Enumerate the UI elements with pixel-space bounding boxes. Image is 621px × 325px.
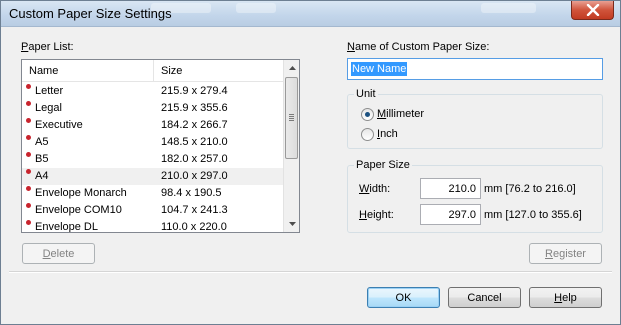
help-button[interactable]: Help	[529, 287, 602, 308]
paper-icon	[26, 135, 31, 140]
paper-size-group-title: Paper Size	[354, 159, 412, 171]
scroll-thumb[interactable]	[285, 77, 298, 159]
width-input[interactable]: 210.0	[420, 178, 481, 199]
unit-group: Unit	[347, 88, 603, 149]
width-range: mm [76.2 to 216.0]	[484, 183, 576, 195]
list-item[interactable]: A4 210.0 x 297.0	[22, 168, 284, 185]
paper-name: Envelope Monarch	[35, 187, 127, 199]
background-blur	[481, 3, 536, 13]
list-item[interactable]: Legal 215.9 x 355.6	[22, 100, 284, 117]
inch-label[interactable]: Inch	[377, 128, 398, 140]
millimeter-label[interactable]: Millimeter	[377, 108, 424, 120]
custom-name-value: New Name	[351, 62, 408, 76]
paper-size: 98.4 x 190.5	[161, 187, 222, 199]
width-value: 210.0	[448, 183, 476, 195]
paper-size: 184.2 x 266.7	[161, 119, 228, 131]
unit-group-title: Unit	[354, 88, 378, 100]
background-blur	[236, 3, 276, 13]
close-button[interactable]	[571, 1, 614, 20]
paper-size: 215.9 x 279.4	[161, 85, 228, 97]
paper-size: 104.7 x 241.3	[161, 204, 228, 216]
list-item[interactable]: Letter 215.9 x 279.4	[22, 83, 284, 100]
list-item[interactable]: Executive 184.2 x 266.7	[22, 117, 284, 134]
radio-inch[interactable]	[361, 128, 374, 141]
column-separator[interactable]	[153, 60, 154, 82]
paper-name: A5	[35, 136, 49, 148]
paper-name: B5	[35, 153, 49, 165]
paper-icon	[26, 220, 31, 225]
chevron-down-icon	[288, 222, 296, 226]
close-icon	[586, 4, 599, 16]
paper-icon	[26, 186, 31, 191]
paper-size: 182.0 x 257.0	[161, 153, 228, 165]
vertical-scrollbar[interactable]	[283, 60, 299, 232]
window-title: Custom Paper Size Settings	[9, 6, 172, 21]
paper-size: 110.0 x 220.0	[161, 221, 227, 232]
paper-name: A4	[35, 170, 49, 182]
list-item[interactable]: Envelope COM10 104.7 x 241.3	[22, 202, 284, 219]
paper-size: 215.9 x 355.6	[161, 102, 228, 114]
paper-size: 210.0 x 297.0	[161, 170, 228, 182]
dialog-window: Custom Paper Size Settings Paper List: N…	[0, 0, 621, 325]
list-item[interactable]: Envelope Monarch 98.4 x 190.5	[22, 185, 284, 202]
radio-millimeter[interactable]	[361, 108, 374, 121]
grip-line	[289, 114, 294, 115]
paper-name: Envelope DL	[35, 221, 98, 232]
paper-icon	[26, 84, 31, 89]
custom-name-input[interactable]: New Name	[347, 58, 603, 80]
paper-icon	[26, 152, 31, 157]
list-item[interactable]: B5 182.0 x 257.0	[22, 151, 284, 168]
paper-name: Letter	[35, 85, 64, 97]
list-header: Name Size	[22, 60, 284, 82]
paper-name: Envelope COM10	[35, 204, 122, 216]
custom-name-label: Name of Custom Paper Size:	[347, 41, 490, 53]
list-item[interactable]: A5 148.5 x 210.0	[22, 134, 284, 151]
cancel-button[interactable]: Cancel	[448, 287, 521, 308]
ok-button[interactable]: OK	[367, 287, 440, 308]
scroll-up-button[interactable]	[284, 60, 300, 76]
paper-list[interactable]: Name Size Letter 215.9 x 279.4 Legal 215.9 …	[21, 59, 300, 233]
radio-selected-dot	[365, 112, 370, 117]
chevron-up-icon	[288, 66, 296, 70]
paper-size: 148.5 x 210.0	[161, 136, 228, 148]
width-label: Width:	[359, 183, 391, 195]
height-value: 297.0	[448, 209, 476, 221]
paper-icon	[26, 118, 31, 123]
column-header-size[interactable]: Size	[161, 65, 182, 77]
height-label: Height:	[359, 209, 394, 221]
paper-icon	[26, 169, 31, 174]
paper-name: Legal	[35, 102, 62, 114]
list-rows: Letter 215.9 x 279.4 Legal 215.9 x 355.6 Exe…	[22, 83, 284, 232]
paper-name: Executive	[35, 119, 83, 131]
grip-line	[289, 120, 294, 121]
grip-line	[289, 118, 294, 119]
paper-icon	[26, 101, 31, 106]
height-input[interactable]: 297.0	[420, 204, 481, 225]
footer-divider	[9, 271, 612, 273]
delete-button[interactable]: Delete	[22, 243, 95, 264]
paper-icon	[26, 203, 31, 208]
paper-list-label: Paper List:	[21, 41, 74, 53]
scroll-down-button[interactable]	[284, 216, 300, 232]
title-bar[interactable]: Custom Paper Size Settings	[1, 1, 620, 27]
height-range: mm [127.0 to 355.6]	[484, 209, 582, 221]
grip-line	[289, 116, 294, 117]
register-button[interactable]: Register	[529, 243, 602, 264]
list-item[interactable]: Envelope DL 110.0 x 220.0	[22, 219, 284, 232]
column-header-name[interactable]: Name	[29, 65, 58, 77]
